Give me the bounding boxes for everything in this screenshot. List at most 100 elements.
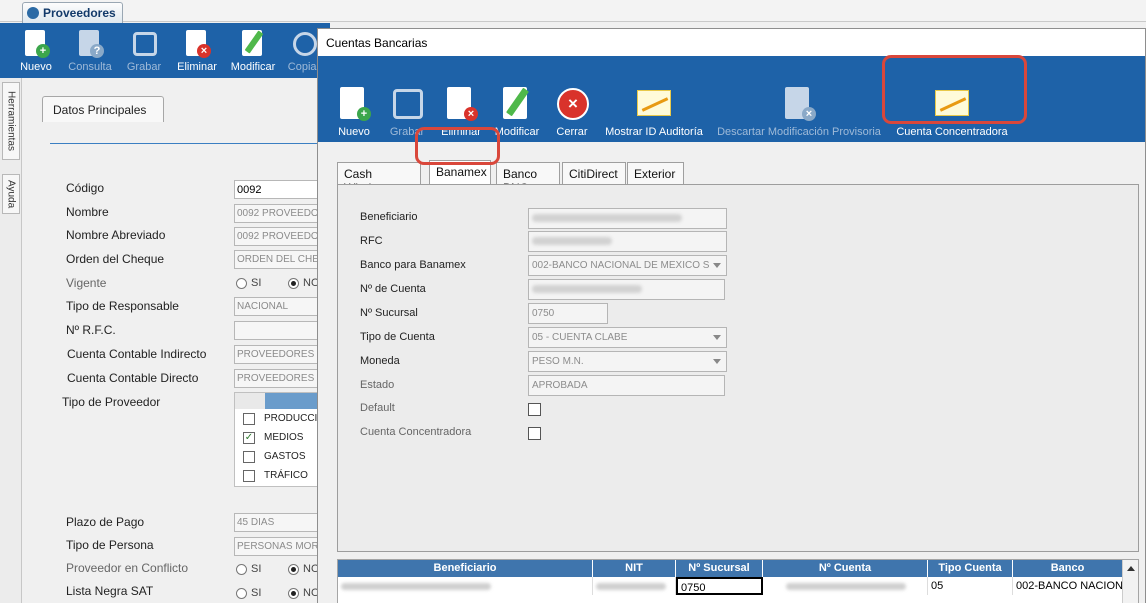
cuenta-contable-directo-label: Cuenta Contable Directo	[67, 371, 199, 385]
redacted-text	[532, 237, 612, 246]
edit-icon	[239, 30, 267, 58]
dialog-title: Cuentas Bancarias	[318, 29, 1145, 56]
dialog-modificar-button[interactable]: Modificar	[490, 56, 544, 142]
eliminar-button[interactable]: × Eliminar	[174, 23, 220, 78]
nombre-label: Nombre	[66, 205, 109, 219]
numero-sucursal-label: Nº Sucursal	[360, 307, 418, 319]
dialog-cerrar-button[interactable]: × Cerrar	[551, 56, 593, 142]
tab-proveedores[interactable]: Proveedores	[22, 2, 123, 23]
sidebar-tab-herramientas[interactable]: Herramientas	[2, 82, 20, 160]
cuenta-contable-indirecto-label: Cuenta Contable Indirecto	[67, 347, 207, 361]
column-header-tipo-cuenta[interactable]: Tipo Cuenta	[928, 560, 1013, 577]
cell-sucursal[interactable]: 0750	[676, 577, 763, 595]
grid-vertical-scrollbar[interactable]	[1122, 560, 1138, 603]
cell-beneficiario	[338, 577, 593, 595]
column-header-banco[interactable]: Banco	[1013, 560, 1123, 577]
nuevo-button[interactable]: + Nuevo	[18, 23, 54, 78]
proveedores-icon	[27, 7, 39, 19]
conflicto-si-radio[interactable]: SI	[236, 563, 261, 575]
numero-cuenta-field[interactable]	[528, 279, 725, 300]
grabar-button[interactable]: Grabar	[124, 23, 164, 78]
checkbox[interactable]	[243, 450, 255, 463]
table-row[interactable]: 0750 05 002-BANCO NACIONAL	[338, 577, 1138, 595]
lista-negra-no-radio[interactable]: NO	[288, 587, 320, 599]
chevron-down-icon	[713, 359, 721, 364]
tipo-cuenta-select[interactable]: 05 - CUENTA CLABE	[528, 327, 727, 348]
redacted-text	[786, 582, 906, 590]
mostrar-id-auditoria-button[interactable]: Mostrar ID Auditoría	[602, 56, 706, 142]
tab-cash-windows[interactable]: Cash Windows	[337, 162, 421, 195]
dialog-nuevo-button[interactable]: + Nuevo	[334, 56, 374, 142]
highlight-cuenta-concentradora	[882, 55, 1027, 124]
rfc-field[interactable]	[528, 231, 727, 252]
tab-datos-principales[interactable]: Datos Principales	[42, 96, 164, 122]
beneficiario-label: Beneficiario	[360, 211, 418, 223]
vigente-label: Vigente	[66, 276, 107, 290]
query-document-icon: ?	[76, 30, 104, 58]
nombre-abreviado-label: Nombre Abreviado	[66, 228, 166, 242]
banamex-tab-page: Beneficiario RFC Banco para Banamex 002-…	[337, 184, 1139, 552]
banco-banamex-label: Banco para Banamex	[360, 259, 466, 271]
column-header-nit[interactable]: NIT	[593, 560, 676, 577]
copy-icon	[290, 30, 318, 58]
tipo-responsable-label: Tipo de Responsable	[66, 299, 179, 313]
checkbox[interactable]	[243, 412, 255, 425]
save-icon	[390, 87, 424, 121]
redacted-text	[532, 214, 682, 223]
column-header-cuenta[interactable]: Nº Cuenta	[763, 560, 928, 577]
estado-field[interactable]: APROBADA	[528, 375, 725, 396]
redacted-text	[532, 285, 642, 294]
delete-document-icon: ×	[183, 30, 211, 58]
cell-banco: 002-BANCO NACIONAL	[1013, 577, 1123, 595]
cell-tipo-cuenta: 05	[928, 577, 1013, 595]
descartar-modificacion-button[interactable]: × Descartar Modificación Provisoria	[714, 56, 884, 142]
proveedor-conflicto-label: Proveedor en Conflicto	[66, 561, 189, 575]
consulta-button[interactable]: ? Consulta	[66, 23, 114, 78]
rfc-label: Nº R.F.C.	[66, 323, 116, 337]
orden-cheque-label: Orden del Cheque	[66, 252, 165, 266]
redacted-text	[596, 582, 666, 590]
edit-icon	[500, 87, 534, 121]
column-header-beneficiario[interactable]: Beneficiario	[338, 560, 593, 577]
tipo-persona-label: Tipo de Persona	[66, 538, 154, 552]
close-icon: ×	[555, 87, 589, 121]
tab-banco-bnc[interactable]: Banco BNC	[496, 162, 560, 195]
checkbox[interactable]	[243, 469, 255, 482]
cell-cuenta	[763, 577, 928, 595]
column-header-sucursal[interactable]: Nº Sucursal	[676, 560, 763, 577]
numero-sucursal-field[interactable]: 0750	[528, 303, 608, 324]
tab-exterior[interactable]: Exterior	[627, 162, 684, 184]
cuentas-grid: Beneficiario NIT Nº Sucursal Nº Cuenta T…	[337, 559, 1139, 603]
cuenta-concentradora-checkbox[interactable]	[528, 427, 541, 440]
main-toolbar: + Nuevo ? Consulta Grabar × Eliminar Mod…	[0, 23, 330, 78]
plazo-pago-label: Plazo de Pago	[66, 515, 145, 529]
cell-nit	[593, 577, 676, 595]
tab-citidirect[interactable]: CitiDirect	[562, 162, 626, 184]
chevron-down-icon	[713, 263, 721, 268]
banco-banamex-select[interactable]: 002-BANCO NACIONAL DE MEXICO S	[528, 255, 727, 276]
document-tab-strip: Proveedores	[0, 0, 1146, 23]
default-checkbox[interactable]	[528, 403, 541, 416]
save-icon	[130, 30, 158, 58]
vigente-si-radio[interactable]: SI	[236, 277, 261, 289]
codigo-label: Código	[66, 181, 105, 195]
new-document-icon: +	[22, 30, 50, 58]
moneda-label: Moneda	[360, 355, 400, 367]
cuenta-concentradora-label: Cuenta Concentradora	[360, 426, 472, 438]
dialog-body: Cash Windows Banamex Banco BNC CitiDirec…	[318, 142, 1145, 603]
vigente-no-radio[interactable]: NO	[288, 277, 320, 289]
delete-document-icon: ×	[444, 87, 478, 121]
checkbox-checked[interactable]: ✓	[243, 431, 255, 444]
section-divider	[50, 143, 332, 144]
beneficiario-field[interactable]	[528, 208, 727, 229]
lista-negra-si-radio[interactable]: SI	[236, 587, 261, 599]
modificar-button[interactable]: Modificar	[226, 23, 280, 78]
conflicto-no-radio[interactable]: NO	[288, 563, 320, 575]
tab-proveedores-label: Proveedores	[43, 6, 116, 20]
numero-cuenta-label: Nº de Cuenta	[360, 283, 426, 295]
sidebar-tab-ayuda[interactable]: Ayuda	[2, 174, 20, 214]
lista-negra-sat-label: Lista Negra SAT	[66, 584, 154, 598]
moneda-select[interactable]: PESO M.N.	[528, 351, 727, 372]
datos-principales-panel: Datos Principales Código 0092 Nombre 009…	[22, 78, 332, 603]
tipo-proveedor-label: Tipo de Proveedor	[62, 395, 161, 409]
